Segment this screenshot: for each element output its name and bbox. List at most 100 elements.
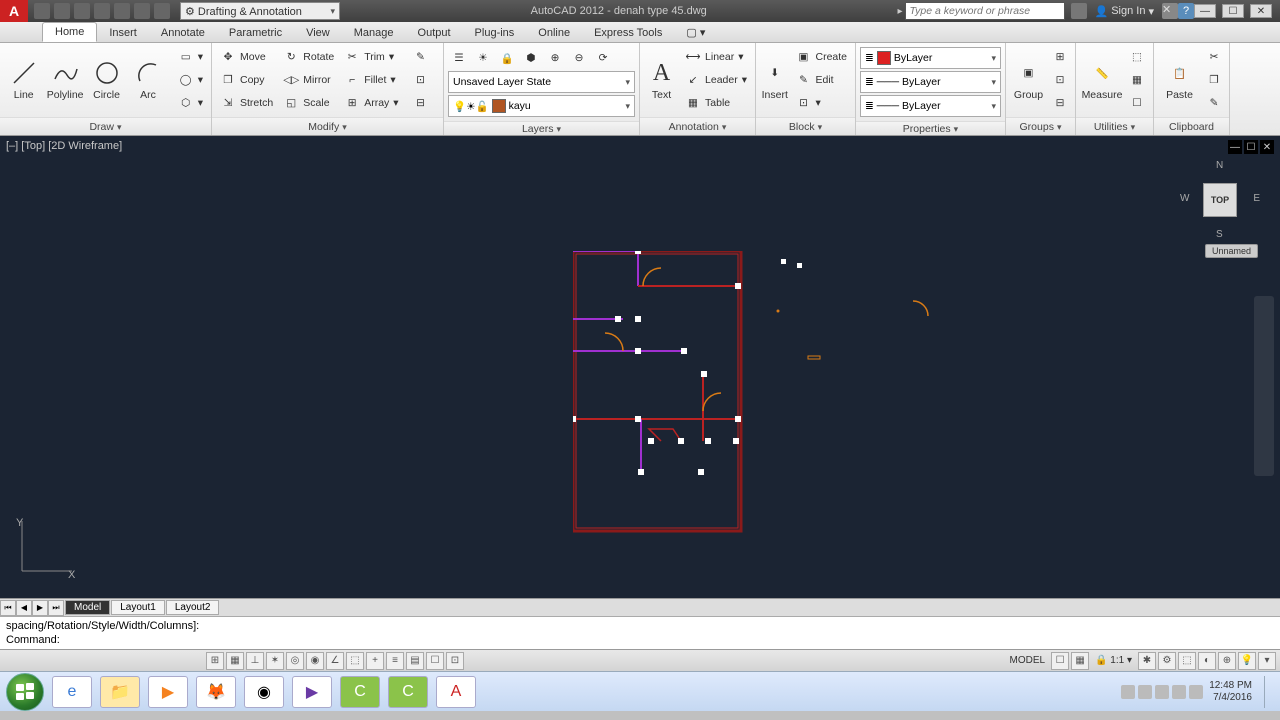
panel-title-modify[interactable]: Modify — [212, 117, 443, 135]
util-3[interactable]: ☐ — [1126, 92, 1148, 114]
layer-prop-button[interactable]: ☰ — [448, 47, 470, 69]
start-button[interactable] — [6, 673, 44, 711]
tb-camtasia-icon[interactable]: C — [340, 676, 380, 708]
linetype-dropdown[interactable]: ≣ ─── ByLayer — [860, 95, 1001, 117]
help-icon[interactable]: ? — [1178, 3, 1194, 19]
signin-button[interactable]: 👤 Sign In ▾ — [1095, 5, 1154, 18]
modify-extra-2[interactable]: ⊡ — [409, 69, 433, 91]
trim-button[interactable]: ✂Trim ▾ — [340, 46, 402, 68]
draw-extra-2[interactable]: ◯▾ — [174, 69, 207, 91]
tab-parametric[interactable]: Parametric — [217, 24, 294, 42]
panel-title-block[interactable]: Block — [756, 117, 855, 135]
navigation-bar[interactable] — [1254, 296, 1274, 476]
leader-button[interactable]: ↙Leader ▾ — [681, 69, 751, 91]
tab-featured[interactable]: ▢ ▾ — [674, 23, 717, 42]
qat-save-icon[interactable] — [74, 3, 90, 19]
qat-saveas-icon[interactable] — [94, 3, 110, 19]
circle-button[interactable]: Circle — [87, 45, 126, 115]
sb-b4[interactable]: ⚙ — [1158, 652, 1176, 670]
sb-grid[interactable]: ▦ — [226, 652, 244, 670]
tab-express[interactable]: Express Tools — [582, 24, 674, 42]
maximize-button[interactable]: ☐ — [1222, 4, 1244, 18]
qat-redo-icon[interactable] — [154, 3, 170, 19]
tb-explorer-icon[interactable]: 📁 — [100, 676, 140, 708]
sb-qp[interactable]: ☐ — [426, 652, 444, 670]
tray-net-icon[interactable] — [1138, 685, 1152, 699]
tb-camtasia2-icon[interactable]: C — [388, 676, 428, 708]
layer-btn7[interactable]: ⟳ — [592, 47, 614, 69]
sb-polar[interactable]: ✶ — [266, 652, 284, 670]
show-desktop-button[interactable] — [1264, 676, 1274, 708]
match-button[interactable]: ✎ — [1203, 92, 1225, 114]
infocenter-icon[interactable] — [1071, 3, 1087, 19]
tb-ie-icon[interactable]: e — [52, 676, 92, 708]
sb-model-label[interactable]: MODEL — [1005, 655, 1049, 666]
sb-snap[interactable]: ⊞ — [206, 652, 224, 670]
util-1[interactable]: ⬚ — [1126, 46, 1148, 68]
tab-online[interactable]: Online — [526, 24, 582, 42]
table-button[interactable]: ▦Table — [681, 92, 751, 114]
layer-btn5[interactable]: ⊕ — [544, 47, 566, 69]
command-line[interactable]: spacing/Rotation/Style/Width/Columns]: C… — [0, 616, 1280, 649]
exchange-icon[interactable]: ✕ — [1162, 3, 1178, 19]
tb-wmp-icon[interactable]: ▶ — [148, 676, 188, 708]
viewcube[interactable]: N S W E TOP — [1180, 160, 1260, 240]
sb-dyn[interactable]: + — [366, 652, 384, 670]
stretch-button[interactable]: ⇲Stretch — [216, 92, 277, 114]
mirror-button[interactable]: ◁▷Mirror — [279, 69, 338, 91]
insert-button[interactable]: ⬇Insert — [760, 45, 789, 115]
measure-button[interactable]: 📏Measure — [1080, 45, 1124, 115]
sb-sc[interactable]: ⊡ — [446, 652, 464, 670]
qat-print-icon[interactable] — [114, 3, 130, 19]
tab-nav-next[interactable]: ▶ — [32, 600, 48, 616]
polyline-button[interactable]: Polyline — [45, 45, 84, 115]
qat-open-icon[interactable] — [54, 3, 70, 19]
sb-b7[interactable]: ⊕ — [1218, 652, 1236, 670]
vp-close[interactable]: ✕ — [1260, 140, 1274, 154]
sb-ducs[interactable]: ⬚ — [346, 652, 364, 670]
sb-otrack[interactable]: ∠ — [326, 652, 344, 670]
tab-home[interactable]: Home — [42, 22, 97, 42]
group-extra-3[interactable]: ⊟ — [1049, 92, 1071, 114]
sb-b3[interactable]: ✱ — [1138, 652, 1156, 670]
line-button[interactable]: Line — [4, 45, 43, 115]
arc-button[interactable]: Arc — [128, 45, 167, 115]
tab-model[interactable]: Model — [65, 600, 110, 615]
group-button[interactable]: ▣Group — [1010, 45, 1047, 115]
panel-title-groups[interactable]: Groups — [1006, 117, 1075, 135]
sb-b2[interactable]: ▦ — [1071, 652, 1089, 670]
tab-annotate[interactable]: Annotate — [149, 24, 217, 42]
sb-3dosnap[interactable]: ◉ — [306, 652, 324, 670]
tray-flag-icon[interactable] — [1172, 685, 1186, 699]
minimize-button[interactable]: — — [1194, 4, 1216, 18]
panel-title-utilities[interactable]: Utilities — [1076, 117, 1153, 135]
copy-clip-button[interactable]: ❐ — [1203, 69, 1225, 91]
copy-button[interactable]: ❐Copy — [216, 69, 277, 91]
color-dropdown[interactable]: ≣ ByLayer — [860, 47, 1001, 69]
tray-up-icon[interactable] — [1121, 685, 1135, 699]
viewport-label[interactable]: [–] [Top] [2D Wireframe] — [6, 140, 122, 152]
edit-block-button[interactable]: ✎Edit — [791, 69, 851, 91]
tab-manage[interactable]: Manage — [342, 24, 406, 42]
sb-osnap[interactable]: ◎ — [286, 652, 304, 670]
layer-btn6[interactable]: ⊖ — [568, 47, 590, 69]
layer-btn3[interactable]: 🔒 — [496, 47, 518, 69]
tray-vol-icon[interactable] — [1155, 685, 1169, 699]
viewcube-face[interactable]: TOP — [1203, 183, 1237, 217]
block-extra[interactable]: ⊡▾ — [791, 92, 851, 114]
panel-title-layers[interactable]: Layers — [444, 121, 639, 135]
layer-btn2[interactable]: ☀ — [472, 47, 494, 69]
viewcube-ucs-label[interactable]: Unnamed — [1205, 244, 1258, 258]
tab-output[interactable]: Output — [406, 24, 463, 42]
move-button[interactable]: ✥Move — [216, 46, 277, 68]
modify-extra-3[interactable]: ⊟ — [409, 92, 433, 114]
create-block-button[interactable]: ▣Create — [791, 46, 851, 68]
panel-title-properties[interactable]: Properties — [856, 121, 1005, 135]
qat-new-icon[interactable] — [34, 3, 50, 19]
cut-button[interactable]: ✂ — [1203, 46, 1225, 68]
sb-b5[interactable]: ⬚ — [1178, 652, 1196, 670]
scale-button[interactable]: ◱Scale — [279, 92, 338, 114]
tab-view[interactable]: View — [294, 24, 342, 42]
sb-ortho[interactable]: ⊥ — [246, 652, 264, 670]
modify-extra-1[interactable]: ✎ — [409, 46, 433, 68]
